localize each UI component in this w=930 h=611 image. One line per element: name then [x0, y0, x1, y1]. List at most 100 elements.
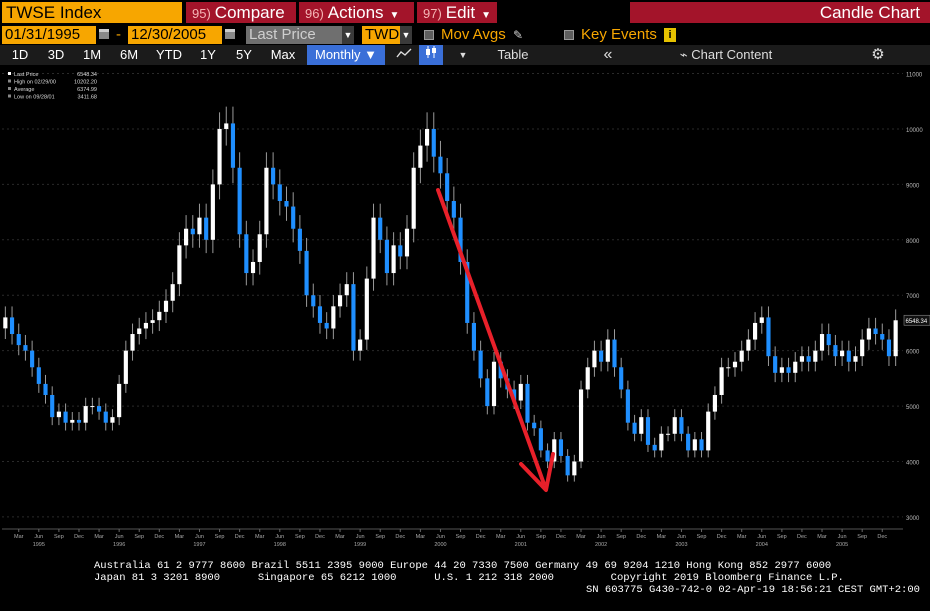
footer-contacts-line2: Japan 81 3 3201 8900 Singapore 65 6212 1…	[94, 572, 844, 584]
candle	[358, 329, 363, 361]
candle	[117, 374, 122, 426]
candle	[471, 312, 477, 361]
collapse-icon[interactable]: «	[598, 45, 618, 65]
candle	[672, 409, 677, 442]
candle	[619, 357, 624, 399]
calendar-icon[interactable]	[225, 29, 235, 39]
candle-body-down	[378, 217, 383, 240]
period-max[interactable]: Max	[264, 45, 302, 65]
x-month-label: Mar	[817, 534, 827, 540]
key-events-checkbox[interactable]	[564, 30, 574, 40]
candle	[766, 306, 771, 367]
candle	[150, 309, 155, 334]
period-1y[interactable]: 1Y	[192, 45, 224, 65]
mov-avgs-checkbox[interactable]	[424, 30, 434, 40]
table-button[interactable]: Table	[488, 45, 538, 65]
candle	[578, 380, 584, 469]
candle-body-down	[545, 450, 550, 462]
line-chart-icon[interactable]	[392, 45, 416, 65]
candle-body-down	[625, 389, 630, 423]
candle-chart-icon[interactable]	[419, 45, 443, 65]
candle-body-up	[753, 322, 758, 340]
candle-body-down	[445, 173, 450, 202]
x-year-label: 2001	[515, 542, 527, 548]
candle	[418, 129, 423, 184]
mov-avgs-label[interactable]: Mov Avgs	[441, 26, 506, 44]
candle	[538, 420, 543, 458]
gear-icon[interactable]: ⚙	[866, 45, 890, 65]
chart-content-button[interactable]: ⌁ Chart Content	[666, 45, 786, 65]
candle	[244, 220, 249, 286]
candle	[679, 409, 684, 442]
period-1m[interactable]: 1M	[76, 45, 108, 65]
calendar-icon[interactable]	[99, 29, 109, 39]
x-month-label: Sep	[375, 534, 385, 540]
candle-body-up	[358, 339, 363, 351]
candle-body-down	[271, 167, 276, 185]
actions-button[interactable]: 96) Actions ▼	[299, 2, 414, 23]
x-month-label: Jun	[516, 534, 525, 540]
candle	[458, 203, 463, 275]
x-month-label: Mar	[496, 534, 506, 540]
period-3d[interactable]: 3D	[40, 45, 72, 65]
chevron-down-icon[interactable]: ▼	[453, 45, 473, 65]
candle-body-up	[163, 300, 169, 312]
candle-body-down	[645, 417, 651, 445]
candle	[371, 203, 376, 291]
candle-body-up	[3, 317, 8, 329]
candle-body-up	[639, 417, 644, 434]
pencil-icon[interactable]: ✎	[513, 26, 523, 44]
candle-body-down	[297, 228, 302, 251]
candle	[478, 340, 483, 388]
candle-body-down	[351, 284, 356, 351]
candle	[632, 414, 637, 442]
candle	[304, 237, 309, 307]
period-1d[interactable]: 1D	[4, 45, 36, 65]
x-month-label: Jun	[757, 534, 766, 540]
legend-swatch	[8, 94, 11, 98]
edit-number: 97)	[423, 6, 442, 21]
candle-body-down	[532, 422, 537, 429]
field-select[interactable]: Last Price	[246, 26, 342, 44]
trend-arrow	[436, 188, 555, 492]
candle-body-up	[739, 350, 744, 362]
candle-body-down	[471, 322, 477, 351]
candle-body-up	[250, 261, 256, 274]
candle	[96, 397, 102, 420]
chevron-down-icon[interactable]: ▼	[400, 26, 412, 44]
frequency-select[interactable]: Monthly ▼	[307, 45, 385, 65]
compare-button[interactable]: 95) Compare	[186, 2, 296, 23]
info-icon[interactable]: i	[664, 28, 676, 42]
x-year-label: 1997	[193, 542, 205, 548]
y-tick-label: 4000	[906, 460, 920, 466]
chevron-down-icon[interactable]: ▼	[342, 26, 354, 44]
currency-select[interactable]: TWD	[362, 26, 400, 44]
candle	[860, 329, 865, 367]
end-date-input[interactable]: 12/30/2005	[128, 26, 222, 44]
candle-chart[interactable]: 3000 4000 5000 6000 7000 8000 9000 10000 11000 M…	[0, 66, 930, 551]
candle	[230, 106, 236, 184]
key-events-label[interactable]: Key Events	[581, 26, 657, 44]
candle-body-down	[558, 439, 564, 456]
candle-body-down	[679, 417, 684, 434]
candle	[712, 386, 717, 420]
period-6m[interactable]: 6M	[112, 45, 146, 65]
legend-label: Low on 09/28/01	[14, 95, 55, 101]
candle	[686, 426, 691, 458]
start-date-input[interactable]: 01/31/1995	[2, 26, 96, 44]
grid	[2, 73, 903, 518]
period-ytd[interactable]: YTD	[150, 45, 188, 65]
candle-body-down	[886, 339, 892, 357]
period-5y[interactable]: 5Y	[228, 45, 260, 65]
x-month-label: Jun	[356, 534, 365, 540]
candle-body-up	[344, 284, 349, 296]
candle-body-up	[585, 367, 590, 390]
candle-body-down	[632, 422, 637, 434]
y-tick-label: 7000	[906, 294, 920, 300]
edit-button[interactable]: 97) Edit ▼	[417, 2, 497, 23]
candle	[123, 340, 128, 393]
candle-body-down	[538, 428, 543, 451]
candle	[485, 369, 490, 415]
ticker-field[interactable]: TWSE Index	[2, 2, 182, 23]
candle	[297, 215, 302, 264]
